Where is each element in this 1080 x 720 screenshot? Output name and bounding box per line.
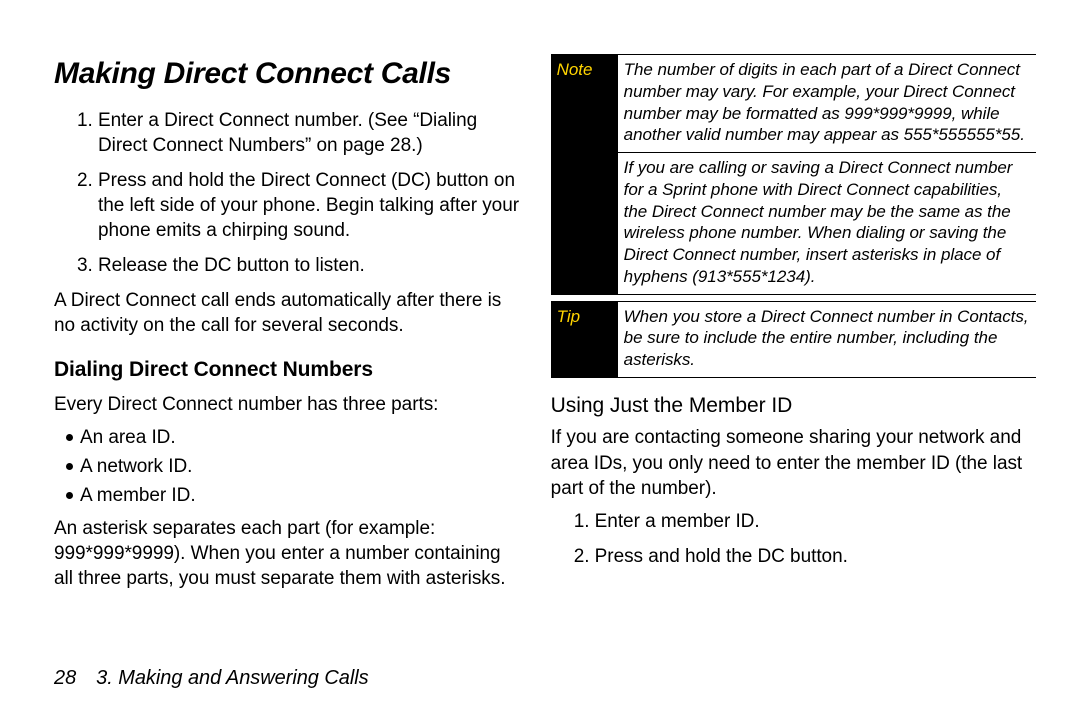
after-steps-paragraph: A Direct Connect call ends automatically… — [54, 288, 521, 338]
member-id-steps: Enter a member ID. Press and hold the DC… — [551, 509, 1036, 569]
member-id-heading: Using Just the Member ID — [551, 392, 1036, 420]
right-column: Note The number of digits in each part o… — [551, 54, 1036, 651]
manual-page: Making Direct Connect Calls Enter a Dire… — [0, 0, 1080, 720]
note-callout: Note The number of digits in each part o… — [551, 54, 1036, 295]
chapter-title: 3. Making and Answering Calls — [96, 667, 368, 690]
page-title: Making Direct Connect Calls — [54, 54, 521, 94]
list-item: Press and hold the Direct Connect (DC) b… — [98, 168, 521, 243]
note-text: The number of digits in each part of a D… — [618, 55, 1036, 153]
list-item: Release the DC button to listen. — [98, 253, 521, 278]
tip-callout: Tip When you store a Direct Connect numb… — [551, 301, 1036, 378]
dc-parts-list: An area ID. A network ID. A member ID. — [54, 425, 521, 508]
tip-label: Tip — [551, 301, 618, 377]
note-text: If you are calling or saving a Direct Co… — [618, 153, 1036, 295]
page-number: 28 — [54, 667, 76, 690]
list-item: An area ID. — [66, 425, 521, 450]
page-footer: 28 3. Making and Answering Calls — [54, 667, 1036, 690]
list-item: Enter a member ID. — [595, 509, 1036, 534]
note-label: Note — [551, 55, 618, 153]
list-item: A network ID. — [66, 454, 521, 479]
note-label-continuation — [551, 153, 618, 295]
dialing-heading: Dialing Direct Connect Numbers — [54, 356, 521, 384]
member-id-intro: If you are contacting someone sharing yo… — [551, 425, 1036, 500]
dialing-intro: Every Direct Connect number has three pa… — [54, 392, 521, 417]
list-item: A member ID. — [66, 483, 521, 508]
list-item: Press and hold the DC button. — [595, 544, 1036, 569]
tip-text: When you store a Direct Connect number i… — [618, 301, 1036, 377]
dialing-after: An asterisk separates each part (for exa… — [54, 516, 521, 591]
two-column-layout: Making Direct Connect Calls Enter a Dire… — [54, 54, 1036, 651]
list-item: Enter a Direct Connect number. (See “Dia… — [98, 108, 521, 158]
left-column: Making Direct Connect Calls Enter a Dire… — [54, 54, 521, 651]
make-call-steps: Enter a Direct Connect number. (See “Dia… — [54, 108, 521, 278]
